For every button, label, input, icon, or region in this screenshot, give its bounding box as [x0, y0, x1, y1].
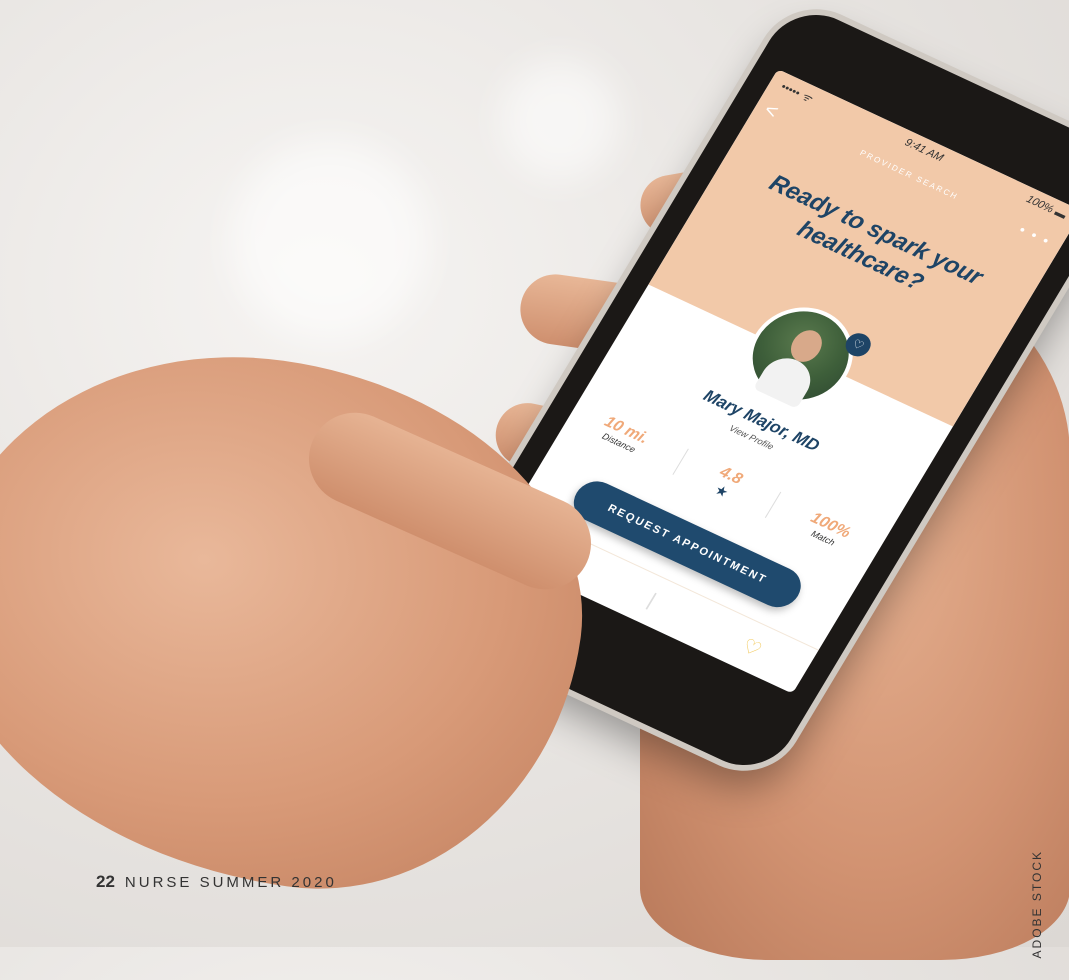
divider — [672, 448, 689, 475]
bokeh-light — [500, 60, 620, 180]
stat-distance: 10 mi. Distance — [596, 413, 651, 456]
bokeh-light — [230, 140, 430, 340]
heart-icon[interactable]: ♡ — [738, 633, 767, 662]
page-number: 22 — [96, 872, 115, 891]
page-footer: 22 NURSE SUMMER 2020 — [96, 872, 337, 892]
divider — [764, 491, 782, 518]
stat-rating: 4.8 ★ — [707, 463, 745, 503]
tab-divider: | — [643, 589, 660, 611]
photo-credit: ADOBE STOCK — [1030, 850, 1044, 959]
stat-match: 100% Match — [802, 510, 854, 551]
photo-credit-wrap: ADOBE STOCK — [1030, 850, 1046, 980]
magazine-issue: NURSE SUMMER 2020 — [124, 874, 337, 891]
